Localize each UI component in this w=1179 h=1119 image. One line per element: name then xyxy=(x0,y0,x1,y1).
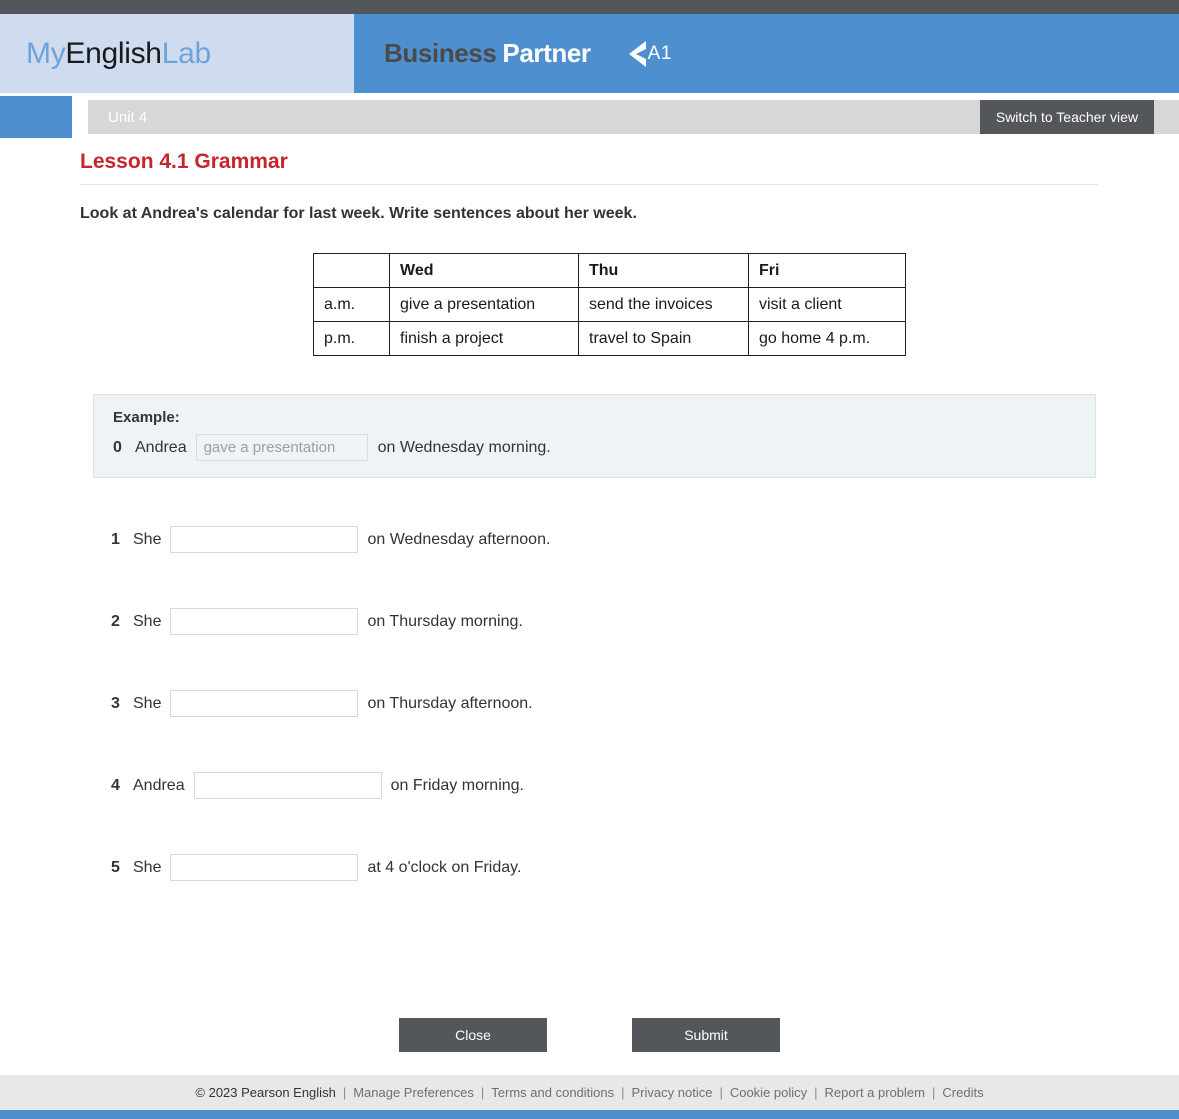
question-tail-4: on Friday morning. xyxy=(390,776,524,794)
calendar-cell-wed-am: give a presentation xyxy=(389,287,579,322)
question-row-1: 1 She on Wednesday afternoon. xyxy=(111,526,1179,553)
question-row-3: 3 She on Thursday afternoon. xyxy=(111,690,1179,717)
page-title: Lesson 4.1 Grammar xyxy=(80,150,288,173)
example-sentence: 0 Andrea on Wednesday morning. xyxy=(113,434,1095,461)
logo-lab: Lab xyxy=(161,36,211,70)
question-number-3: 3 xyxy=(111,694,120,712)
myenglishlab-logo[interactable]: MyEnglishLab xyxy=(0,14,354,93)
level-label: A1 xyxy=(647,42,672,64)
calendar-header-fri: Fri xyxy=(748,253,906,288)
question-lead-3: She xyxy=(133,694,162,712)
example-lead: Andrea xyxy=(135,438,187,456)
question-row-5: 5 She at 4 o'clock on Friday. xyxy=(111,854,1179,881)
example-box: Example: 0 Andrea on Wednesday morning. xyxy=(93,394,1096,478)
calendar-table: Wed Thu Fri a.m. give a presentation sen… xyxy=(313,253,906,356)
logo-english: English xyxy=(65,36,162,70)
question-number-4: 4 xyxy=(111,776,120,794)
app-header: MyEnglishLab Business Partner A1 xyxy=(0,14,1179,93)
calendar-cell-fri-pm: go home 4 p.m. xyxy=(748,321,906,356)
chevron-left-icon xyxy=(627,39,647,69)
app-page: MyEnglishLab Business Partner A1 Unit 4 S… xyxy=(0,0,1179,1119)
level-badge: A1 xyxy=(627,39,672,69)
sidebar-block xyxy=(0,96,72,138)
calendar-row-pm: p.m. finish a project travel to Spain go… xyxy=(313,321,906,356)
footer-separator: | xyxy=(342,1085,347,1100)
footer-link-credits[interactable]: Credits xyxy=(942,1085,983,1100)
unit-toolbar: Unit 4 Switch to Teacher view xyxy=(0,96,1179,138)
example-number: 0 xyxy=(113,438,122,456)
footer-separator: | xyxy=(719,1085,723,1100)
unit-label: Unit 4 xyxy=(108,108,148,126)
title-divider xyxy=(80,184,1098,185)
logo-business: Business xyxy=(384,38,497,68)
calendar-cell-fri-am: visit a client xyxy=(748,287,906,322)
calendar-rowlabel-pm: p.m. xyxy=(313,321,390,356)
calendar-row-am: a.m. give a presentation send the invoic… xyxy=(313,287,906,322)
calendar-wrapper: Wed Thu Fri a.m. give a presentation sen… xyxy=(0,253,1179,356)
question-tail-5: at 4 o'clock on Friday. xyxy=(367,858,522,876)
unit-bar: Unit 4 Switch to Teacher view xyxy=(88,100,1179,134)
bottom-bar xyxy=(0,1110,1179,1119)
question-tail-2: on Thursday morning. xyxy=(367,612,523,630)
question-list: 1 She on Wednesday afternoon. 2 She on T… xyxy=(111,526,1179,881)
answer-input-4[interactable] xyxy=(193,772,382,799)
question-lead-5: She xyxy=(133,858,162,876)
answer-input-5[interactable] xyxy=(170,854,359,881)
switch-to-teacher-view-button[interactable]: Switch to Teacher view xyxy=(979,100,1154,134)
footer-link-terms-and-conditions[interactable]: Terms and conditions xyxy=(491,1085,614,1100)
footer-link-cookie-policy[interactable]: Cookie policy xyxy=(730,1085,807,1100)
calendar-corner-cell xyxy=(313,253,390,288)
question-lead-4: Andrea xyxy=(133,776,185,794)
close-button[interactable]: Close xyxy=(399,1018,547,1052)
question-row-4: 4 Andrea on Friday morning. xyxy=(111,772,1179,799)
answer-input-2[interactable] xyxy=(170,608,359,635)
calendar-rowlabel-am: a.m. xyxy=(313,287,390,322)
calendar-cell-thu-pm: travel to Spain xyxy=(578,321,749,356)
top-strip xyxy=(0,0,1179,14)
footer-separator: | xyxy=(621,1085,625,1100)
example-answer-input xyxy=(195,434,368,461)
footer-link-report-a-problem[interactable]: Report a problem xyxy=(825,1085,925,1100)
business-partner-logo: Business Partner xyxy=(384,38,591,69)
answer-input-3[interactable] xyxy=(170,690,359,717)
example-label: Example: xyxy=(113,409,180,426)
calendar-cell-thu-am: send the invoices xyxy=(578,287,749,322)
example-tail: on Wednesday morning. xyxy=(377,438,551,456)
footer-link-manage-preferences[interactable]: Manage Preferences xyxy=(353,1085,474,1100)
question-tail-3: on Thursday afternoon. xyxy=(367,694,533,712)
calendar-header-thu: Thu xyxy=(578,253,749,288)
page-footer: © 2023 Pearson English | Manage Preferen… xyxy=(0,1075,1179,1110)
myenglishlab-logo-text: MyEnglishLab xyxy=(26,37,211,71)
logo-partner: Partner xyxy=(502,38,591,68)
question-tail-1: on Wednesday afternoon. xyxy=(367,530,551,548)
calendar-header-wed: Wed xyxy=(389,253,579,288)
calendar-cell-wed-pm: finish a project xyxy=(389,321,579,356)
question-number-1: 1 xyxy=(111,530,120,548)
footer-link-privacy-notice[interactable]: Privacy notice xyxy=(632,1085,713,1100)
logo-my: My xyxy=(26,36,66,70)
answer-input-1[interactable] xyxy=(170,526,359,553)
copyright-text: © 2023 Pearson English xyxy=(195,1085,336,1100)
instruction-text: Look at Andrea's calendar for last week.… xyxy=(80,205,637,222)
question-lead-2: She xyxy=(133,612,162,630)
submit-button[interactable]: Submit xyxy=(632,1018,780,1052)
question-lead-1: She xyxy=(133,530,162,548)
calendar-header-row: Wed Thu Fri xyxy=(313,253,906,288)
footer-separator: | xyxy=(932,1085,936,1100)
business-partner-banner: Business Partner A1 xyxy=(354,14,1179,93)
question-number-2: 2 xyxy=(111,612,120,630)
lesson-content: Lesson 4.1 Grammar Look at Andrea's cale… xyxy=(0,150,1179,881)
action-bar: Close Submit xyxy=(0,1018,1179,1052)
footer-separator: | xyxy=(814,1085,818,1100)
question-number-5: 5 xyxy=(111,858,120,876)
question-row-2: 2 She on Thursday morning. xyxy=(111,608,1179,635)
footer-separator: | xyxy=(480,1085,485,1100)
